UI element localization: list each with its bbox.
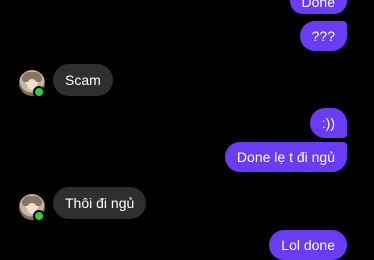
message-outgoing-sleep[interactable]: Done lẹ t đi ngủ [224,142,347,172]
message-outgoing-question[interactable]: ??? [299,21,347,51]
message-outgoing-smile[interactable]: :)) [309,108,347,138]
message-incoming-sleep[interactable]: Thôi đi ngủ [53,187,147,219]
message-incoming-scam[interactable]: Scam [53,64,113,96]
online-status-icon [33,86,45,98]
online-status-icon [33,210,45,222]
message-outgoing-lol-done[interactable]: Lol done [269,230,347,260]
message-outgoing-done[interactable]: Done [289,0,347,14]
